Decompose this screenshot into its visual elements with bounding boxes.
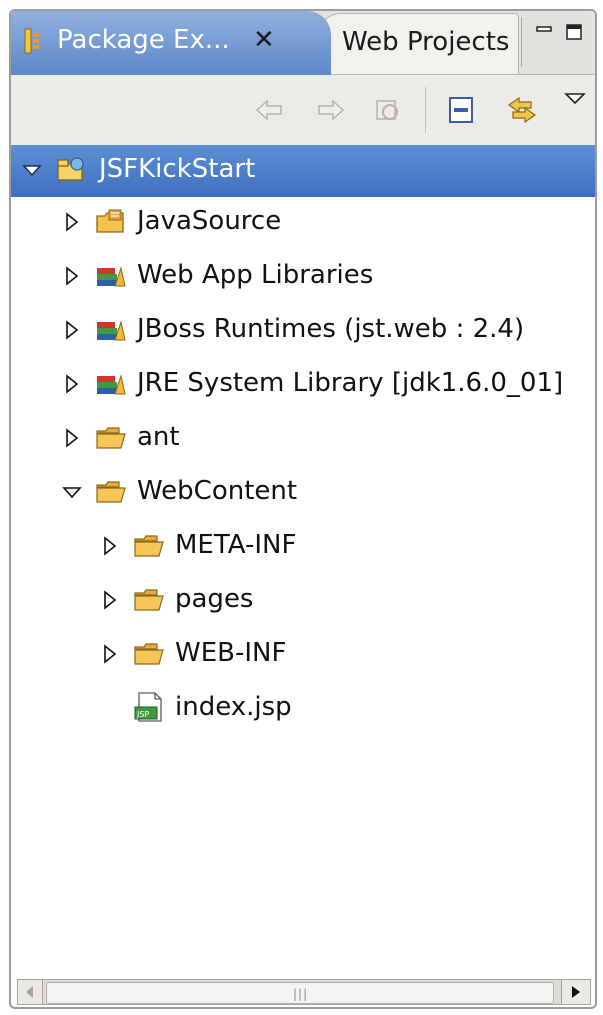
tab-package-explorer[interactable]: Package Ex... ✕	[11, 11, 331, 75]
horizontal-scrollbar[interactable]: |||	[17, 979, 591, 1005]
tree-item-label: JavaSource	[137, 206, 282, 236]
scroll-right-button[interactable]	[561, 980, 590, 1004]
chevron-down-icon[interactable]	[21, 159, 43, 181]
tree-item-label: ant	[137, 422, 180, 452]
maximize-icon[interactable]	[565, 23, 583, 41]
scrollbar-thumb[interactable]: |||	[46, 982, 554, 1004]
library-icon	[97, 320, 126, 341]
tree-item-jboss-runtimes[interactable]: JBoss Runtimes (jst.web : 2.4)	[11, 305, 595, 357]
up-icon[interactable]	[371, 93, 405, 127]
tree-item-ant[interactable]: ant	[11, 413, 595, 465]
view-tab-bar: Web Projects Package Ex... ✕	[11, 11, 595, 75]
folder-icon	[134, 643, 164, 665]
tree-item-webcontent[interactable]: WebContent	[11, 467, 595, 519]
chevron-right-icon[interactable]	[61, 427, 83, 449]
tree-item-label: index.jsp	[175, 692, 292, 722]
collapse-all-icon[interactable]	[445, 93, 479, 127]
package-explorer-view: Web Projects Package Ex... ✕ JSFKickStar…	[9, 9, 597, 1009]
folder-icon	[134, 589, 164, 611]
folder-icon	[96, 481, 126, 503]
library-icon	[97, 266, 126, 287]
close-icon[interactable]: ✕	[253, 25, 275, 55]
tree-item-pages[interactable]: pages	[11, 575, 595, 627]
tree-item-meta-inf[interactable]: META-INF	[11, 521, 595, 573]
chevron-down-icon[interactable]	[61, 481, 83, 503]
scroll-left-icon	[26, 986, 33, 998]
tree-item-label: JRE System Library [jdk1.6.0_01]	[137, 368, 564, 398]
library-icon	[97, 374, 126, 395]
chevron-right-icon[interactable]	[99, 643, 121, 665]
chevron-right-icon[interactable]	[61, 265, 83, 287]
scroll-left-button[interactable]	[18, 980, 43, 1004]
tree-item-label: JSFKickStart	[99, 154, 256, 184]
chevron-right-icon[interactable]	[61, 319, 83, 341]
view-toolbar	[11, 75, 595, 146]
scrollbar-grip-icon: |||	[293, 987, 309, 1001]
scroll-right-icon	[572, 986, 580, 998]
tree-item-label: META-INF	[175, 530, 297, 560]
folder-icon	[96, 427, 126, 449]
web-project-icon	[57, 157, 84, 181]
tree-item-label: Web App Libraries	[137, 260, 374, 290]
view-menu-icon[interactable]	[563, 89, 587, 109]
svg-text:JSP: JSP	[136, 710, 149, 719]
tree-item-javasource[interactable]: JavaSource	[11, 197, 595, 249]
tree-item-label: WebContent	[137, 476, 298, 506]
minimize-icon[interactable]	[535, 23, 553, 41]
package-explorer-icon	[24, 28, 39, 54]
forward-icon[interactable]	[313, 93, 347, 127]
tree-item-label: WEB-INF	[175, 638, 287, 668]
tab-divider	[521, 17, 522, 67]
chevron-right-icon[interactable]	[99, 535, 121, 557]
tree-item-label: pages	[175, 584, 254, 614]
tree-item-jre-system-library[interactable]: JRE System Library [jdk1.6.0_01]	[11, 359, 595, 411]
tree-item-root[interactable]: JSFKickStart	[11, 145, 595, 197]
source-folder-icon	[96, 209, 124, 233]
tree-item-index-jsp[interactable]: JSP index.jsp	[11, 683, 595, 735]
chevron-right-icon[interactable]	[61, 211, 83, 233]
chevron-right-icon[interactable]	[61, 373, 83, 395]
toolbar-separator	[425, 87, 426, 133]
tree-item-web-app-libraries[interactable]: Web App Libraries	[11, 251, 595, 303]
link-with-editor-icon[interactable]	[505, 93, 539, 127]
tree-item-label: JBoss Runtimes (jst.web : 2.4)	[137, 314, 525, 344]
jsp-file-icon: JSP	[134, 692, 162, 722]
tab-package-explorer-label: Package Ex...	[57, 25, 230, 55]
folder-icon	[134, 535, 164, 557]
tab-web-projects[interactable]: Web Projects	[317, 13, 519, 74]
back-icon[interactable]	[253, 93, 287, 127]
tree-item-web-inf[interactable]: WEB-INF	[11, 629, 595, 681]
chevron-right-icon[interactable]	[99, 589, 121, 611]
tab-web-projects-label: Web Projects	[342, 27, 510, 57]
